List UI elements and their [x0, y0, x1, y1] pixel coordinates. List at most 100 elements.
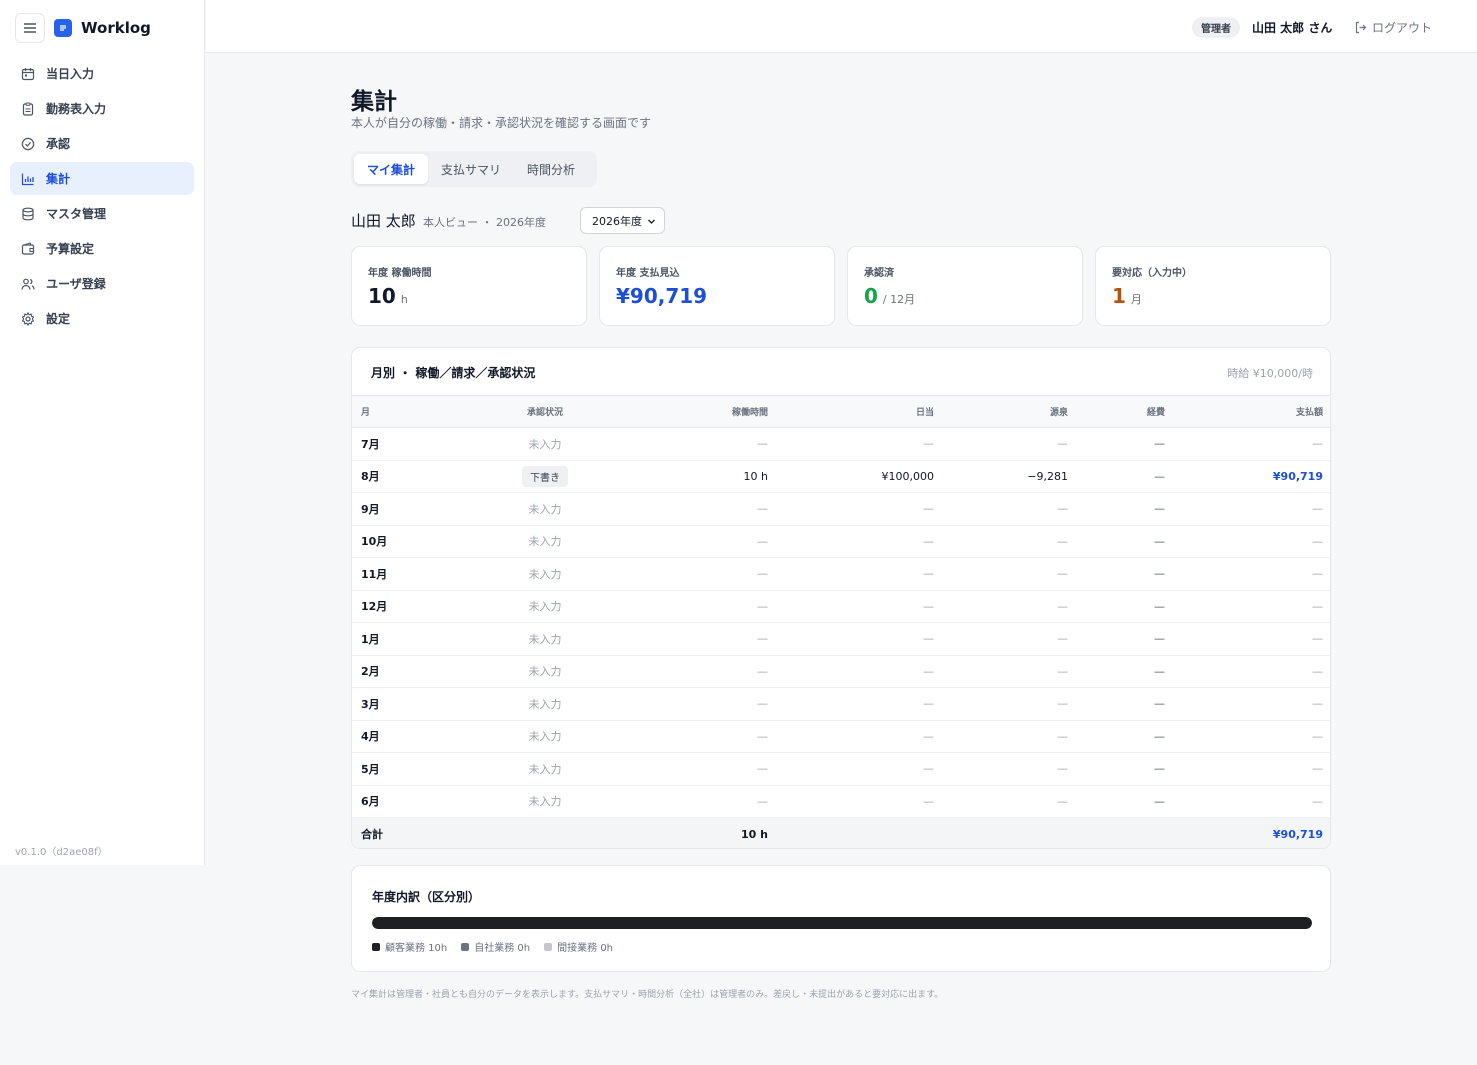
sidebar-item-label: 当日入力 [46, 67, 95, 81]
cell-daily: — [768, 525, 934, 558]
sidebar-item-daily-input[interactable]: 当日入力 [10, 57, 194, 90]
cell-daily: — [768, 655, 934, 688]
cell-payment: — [1165, 525, 1330, 558]
cell-status: 未入力 [452, 655, 638, 688]
cell-hours: — [638, 427, 768, 461]
cell-hours: — [638, 785, 768, 818]
cell-withholding: — [934, 590, 1068, 623]
total-expense [1068, 817, 1165, 848]
cell-status: 未入力 [452, 720, 638, 753]
menu-toggle-button[interactable] [15, 13, 45, 43]
cell-withholding: — [934, 557, 1068, 591]
user-name: 山田 太郎 さん [1252, 21, 1333, 35]
column-header-withholding: 源泉 [934, 395, 1068, 428]
kpi-unit: h [400, 293, 408, 306]
cell-status: 未入力 [452, 622, 638, 656]
brand: Worklog [15, 12, 151, 44]
cell-month: 4月 [352, 720, 452, 753]
table-row: 6月 未入力 — — — — — [352, 785, 1330, 818]
hourly-rate: 時給 ¥10,000/時 [1227, 367, 1313, 380]
tab-payment-summary[interactable]: 支払サマリ [428, 154, 514, 184]
cell-hours: — [638, 752, 768, 786]
cell-withholding: — [934, 720, 1068, 753]
total-label: 合計 [352, 817, 452, 848]
cell-expense: — [1068, 622, 1165, 656]
cell-month: 11月 [352, 557, 452, 591]
view-label: 本人ビュー ・ 2026年度 [423, 216, 546, 229]
cell-payment: — [1165, 687, 1330, 721]
tab-my-summary[interactable]: マイ集計 [354, 154, 429, 184]
cell-payment: ¥90,719 [1165, 460, 1330, 493]
cell-daily: — [768, 752, 934, 786]
column-header-expense: 経費 [1068, 395, 1165, 428]
kpi-number: 0 [864, 284, 878, 308]
database-icon [21, 207, 35, 221]
table-row: 5月 未入力 — — — — — [352, 752, 1330, 786]
panel-title: 月別 ・ 稼働／請求／承認状況 [371, 366, 536, 380]
table-row: 10月 未入力 — — — — — [352, 525, 1330, 558]
sidebar-item-summary[interactable]: 集計 [10, 162, 194, 195]
cell-expense: — [1068, 460, 1165, 493]
cell-hours: — [638, 492, 768, 526]
fiscal-year-value: 2026年度 [592, 214, 642, 228]
calendar-icon [21, 67, 35, 81]
cell-month: 8月 [352, 460, 452, 493]
cell-hours: — [638, 687, 768, 721]
legend-swatch [544, 942, 553, 951]
page-subtitle: 本人が自分の稼働・請求・承認状況を確認する画面です [351, 116, 652, 130]
table-row: 3月 未入力 — — — — — [352, 687, 1330, 721]
wallet-icon [21, 241, 35, 256]
cell-status: 未入力 [452, 785, 638, 818]
sidebar-item-timesheet[interactable]: 勤務表入力 [10, 92, 194, 125]
status-badge: 下書き [522, 465, 568, 487]
check-circle-icon [21, 137, 35, 151]
total-daily [768, 817, 934, 848]
cell-daily: — [768, 557, 934, 591]
cell-month: 1月 [352, 622, 452, 656]
tab-time-analysis[interactable]: 時間分析 [514, 154, 588, 184]
cell-withholding: — [934, 752, 1068, 786]
kpi-label: 要対応（入力中） [1112, 268, 1192, 279]
cell-expense: — [1068, 720, 1165, 753]
table-total-row: 合計 10 h ¥90,719 [352, 817, 1330, 848]
cell-daily: — [768, 622, 934, 656]
sidebar-item-label: マスタ管理 [46, 207, 107, 221]
column-header-status: 承認状況 [452, 395, 638, 428]
kpi-unit: / 12月 [882, 293, 916, 306]
kpi-number: ¥90,719 [616, 284, 708, 308]
cell-withholding: — [934, 785, 1068, 818]
sidebar-item-approval[interactable]: 承認 [10, 127, 194, 160]
legend-label: 間接業務 0h [557, 943, 614, 954]
cell-withholding: — [934, 687, 1068, 721]
logout-button[interactable]: ログアウト [1354, 19, 1432, 36]
cell-daily: ¥100,000 [768, 460, 934, 493]
cell-hours: — [638, 525, 768, 558]
cell-status: 未入力 [452, 590, 638, 623]
cell-expense: — [1068, 655, 1165, 688]
cell-hours: — [638, 590, 768, 623]
cell-hours: — [638, 720, 768, 753]
kpi-unit: 月 [1130, 293, 1142, 306]
sidebar-item-users[interactable]: ユーザ登録 [10, 267, 194, 300]
sidebar-item-budget[interactable]: 予算設定 [10, 232, 194, 265]
gear-icon [21, 311, 35, 326]
cell-hours: 10 h [638, 460, 768, 493]
cell-hours: — [638, 622, 768, 656]
cell-withholding: — [934, 492, 1068, 526]
sidebar-item-label: 予算設定 [46, 242, 95, 256]
sidebar-item-master[interactable]: マスタ管理 [10, 197, 194, 230]
cell-daily: — [768, 427, 934, 461]
breakdown-bar-fill [372, 917, 1312, 929]
cell-month: 10月 [352, 525, 452, 558]
monthly-status-panel: 月別 ・ 稼働／請求／承認状況 時給 ¥10,000/時 月 承認状況 稼働時間… [351, 347, 1331, 849]
sidebar-item-settings[interactable]: 設定 [10, 302, 194, 335]
cell-status: 未入力 [452, 687, 638, 721]
cell-withholding: — [934, 427, 1068, 461]
kpi-number: 10 [368, 284, 396, 308]
cell-payment: — [1165, 785, 1330, 818]
role-badge: 管理者 [1192, 17, 1240, 38]
fiscal-year-select[interactable]: 2026年度 [580, 207, 665, 234]
cell-daily: — [768, 687, 934, 721]
kpi-value: 1月 [1112, 284, 1142, 308]
kpi-card-action-required: 要対応（入力中） 1月 [1095, 246, 1331, 326]
